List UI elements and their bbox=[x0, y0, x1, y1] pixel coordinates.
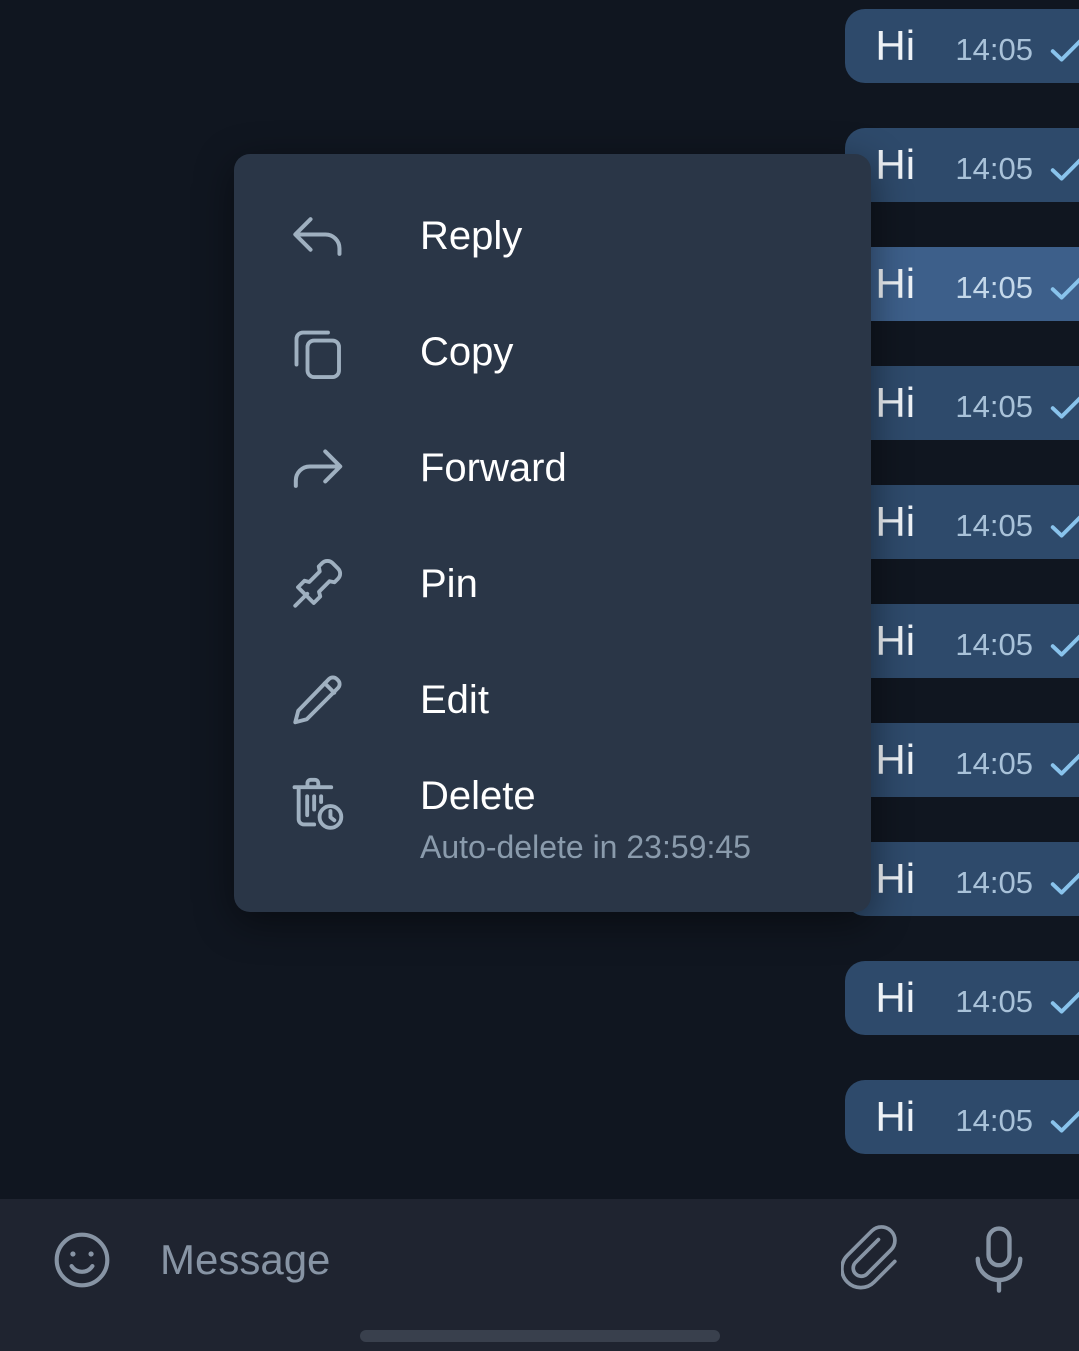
sent-check-icon bbox=[1049, 1107, 1079, 1135]
sent-check-icon bbox=[1049, 36, 1079, 64]
microphone-icon[interactable] bbox=[963, 1222, 1035, 1298]
menu-item-edit[interactable]: Edit bbox=[234, 642, 871, 758]
menu-item-copy[interactable]: Copy bbox=[234, 294, 871, 410]
copy-icon bbox=[286, 321, 348, 383]
message-row[interactable]: Hi 14:05 bbox=[845, 842, 1079, 916]
message-timestamp: 14:05 bbox=[955, 627, 1033, 662]
sent-check-icon bbox=[1049, 988, 1079, 1016]
forward-arrow-icon bbox=[286, 437, 348, 499]
message-input-bar bbox=[0, 1199, 1079, 1351]
message-timestamp: 14:05 bbox=[955, 1103, 1033, 1138]
message-timestamp: 14:05 bbox=[955, 508, 1033, 543]
message-bubble[interactable]: Hi 14:05 bbox=[845, 366, 1079, 440]
menu-item-texts: Delete Auto-delete in 23:59:45 bbox=[420, 772, 751, 868]
message-meta: 14:05 bbox=[955, 153, 1079, 188]
message-meta: 14:05 bbox=[955, 748, 1079, 783]
message-bubble[interactable]: Hi 14:05 bbox=[845, 128, 1079, 202]
message-text: Hi bbox=[875, 22, 916, 69]
message-row[interactable]: Hi 14:05 bbox=[845, 961, 1079, 1035]
menu-item-reply[interactable]: Reply bbox=[234, 178, 871, 294]
menu-item-forward[interactable]: Forward bbox=[234, 410, 871, 526]
message-text: Hi bbox=[875, 260, 916, 307]
sent-check-icon bbox=[1049, 750, 1079, 778]
message-bubble[interactable]: Hi 14:05 bbox=[845, 842, 1079, 916]
auto-delete-countdown: Auto-delete in 23:59:45 bbox=[420, 829, 751, 865]
message-timestamp: 14:05 bbox=[955, 865, 1033, 900]
menu-item-label: Copy bbox=[420, 330, 514, 374]
message-row[interactable]: Hi 14:05 bbox=[845, 366, 1079, 440]
sent-check-icon bbox=[1049, 274, 1079, 302]
menu-item-label: Pin bbox=[420, 562, 478, 606]
sent-check-icon bbox=[1049, 393, 1079, 421]
message-bubble[interactable]: Hi 14:05 bbox=[845, 9, 1079, 83]
paperclip-icon[interactable] bbox=[839, 1222, 911, 1298]
message-text: Hi bbox=[875, 617, 916, 664]
pencil-icon bbox=[286, 669, 348, 731]
message-text: Hi bbox=[875, 974, 916, 1021]
menu-item-texts: Pin bbox=[420, 560, 478, 608]
message-row[interactable]: Hi 14:05 bbox=[845, 247, 1079, 321]
message-bubble[interactable]: Hi 14:05 bbox=[845, 1080, 1079, 1154]
chat-screen: 14:05 Hi 14:05 Hi 14:05 Hi 14:05 Hi 14:05 Hi 14:05… bbox=[0, 0, 1079, 1351]
pin-icon bbox=[286, 553, 348, 615]
message-input[interactable] bbox=[160, 1235, 839, 1285]
message-bubble[interactable]: Hi 14:05 bbox=[845, 961, 1079, 1035]
message-bubble[interactable]: Hi 14:05 bbox=[845, 485, 1079, 559]
message-text: Hi bbox=[875, 498, 916, 545]
message-bubble[interactable]: Hi 14:05 bbox=[845, 604, 1079, 678]
message-text: Hi bbox=[875, 736, 916, 783]
menu-item-pin[interactable]: Pin bbox=[234, 526, 871, 642]
message-row[interactable]: Hi 14:05 bbox=[845, 723, 1079, 797]
menu-item-texts: Reply bbox=[420, 212, 522, 260]
message-text: Hi bbox=[875, 379, 916, 426]
message-timestamp: 14:05 bbox=[955, 389, 1033, 424]
message-timestamp: 14:05 bbox=[955, 32, 1033, 67]
trash-timer-icon bbox=[286, 772, 348, 834]
message-timestamp: 14:05 bbox=[955, 746, 1033, 781]
message-row[interactable]: Hi 14:05 bbox=[845, 604, 1079, 678]
message-text: Hi bbox=[875, 1093, 916, 1140]
menu-item-label: Edit bbox=[420, 678, 489, 722]
message-timestamp: 14:05 bbox=[955, 270, 1033, 305]
menu-item-texts: Forward bbox=[420, 444, 567, 492]
message-meta: 14:05 bbox=[955, 272, 1079, 307]
home-indicator bbox=[359, 1330, 720, 1342]
message-meta: 14:05 bbox=[955, 986, 1079, 1021]
message-meta: 14:05 bbox=[955, 510, 1079, 545]
message-meta: 14:05 bbox=[955, 391, 1079, 426]
menu-item-label: Reply bbox=[420, 214, 523, 258]
message-row[interactable]: Hi 14:05 bbox=[845, 485, 1079, 559]
reply-arrow-icon bbox=[286, 205, 348, 267]
message-timestamp: 14:05 bbox=[955, 984, 1033, 1019]
message-context-menu[interactable]: Reply Copy Forward Pin Edit Delete Auto-delete… bbox=[234, 154, 871, 912]
sent-check-icon bbox=[1049, 155, 1079, 183]
message-bubble-selected[interactable]: Hi 14:05 bbox=[845, 247, 1079, 321]
menu-item-label: Delete bbox=[420, 774, 536, 818]
menu-item-texts: Copy bbox=[420, 328, 513, 376]
sent-check-icon bbox=[1049, 869, 1079, 897]
message-text: Hi bbox=[875, 141, 916, 188]
menu-item-label: Forward bbox=[420, 446, 567, 490]
smiley-icon[interactable] bbox=[46, 1224, 118, 1296]
sent-check-icon bbox=[1049, 631, 1079, 659]
menu-item-delete[interactable]: Delete Auto-delete in 23:59:45 bbox=[234, 758, 871, 886]
message-timestamp: 14:05 bbox=[955, 151, 1033, 186]
message-row[interactable]: Hi 14:05 bbox=[845, 128, 1079, 202]
sent-check-icon bbox=[1049, 512, 1079, 540]
message-meta: 14:05 bbox=[955, 629, 1079, 664]
menu-item-texts: Edit bbox=[420, 676, 489, 724]
message-meta: 14:05 bbox=[955, 867, 1079, 902]
message-text: Hi bbox=[875, 855, 916, 902]
message-row[interactable]: Hi 14:05 bbox=[845, 9, 1079, 83]
message-bubble[interactable]: Hi 14:05 bbox=[845, 723, 1079, 797]
message-meta: 14:05 bbox=[955, 34, 1079, 69]
message-row[interactable]: Hi 14:05 bbox=[845, 1080, 1079, 1154]
message-meta: 14:05 bbox=[955, 1105, 1079, 1140]
